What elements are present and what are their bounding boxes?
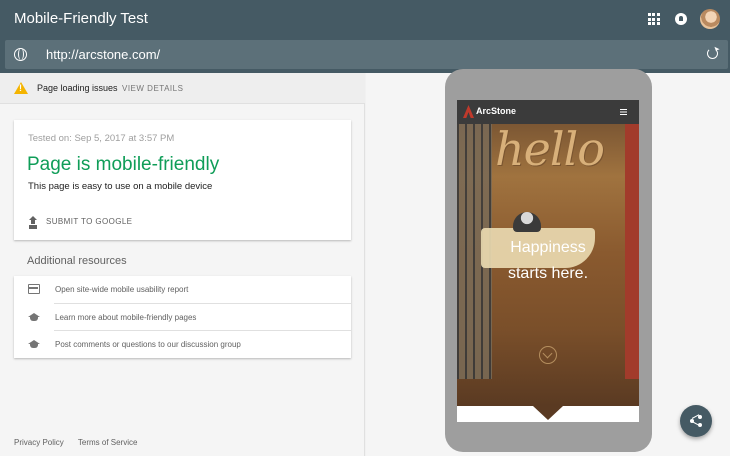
- site-nav-bar: ArcStone: [457, 100, 639, 124]
- phone-frame: hello Happiness starts here. ArcStone: [445, 69, 652, 452]
- refresh-icon[interactable]: [707, 48, 718, 59]
- report-icon: [28, 284, 40, 294]
- submit-label: SUBMIT TO GOOGLE: [46, 216, 133, 226]
- account-avatar[interactable]: [700, 9, 720, 29]
- app-title: Mobile-Friendly Test: [14, 10, 148, 27]
- school-icon: [28, 313, 40, 322]
- resource-item-discussion-group[interactable]: Post comments or questions to our discus…: [14, 331, 351, 358]
- header-actions: [640, 8, 720, 30]
- page-loading-issues-bar: Page loading issues VIEW DETAILS: [0, 73, 365, 104]
- result-title: Page is mobile-friendly: [27, 154, 220, 175]
- top-app-bar: Mobile-Friendly Test http://arcstone.com…: [0, 0, 730, 73]
- resources-list: Open site-wide mobile usability report L…: [14, 276, 351, 358]
- preview-panel: hello Happiness starts here. ArcStone: [366, 69, 730, 456]
- issues-label: Page loading issues: [37, 83, 118, 93]
- resource-item-usability-report[interactable]: Open site-wide mobile usability report: [14, 276, 351, 303]
- share-button[interactable]: [680, 405, 712, 437]
- warning-icon: [14, 82, 28, 94]
- resource-label: Learn more about mobile-friendly pages: [55, 313, 197, 322]
- school-icon: [28, 340, 40, 349]
- submit-to-google-button[interactable]: SUBMIT TO GOOGLE: [28, 213, 132, 229]
- resource-item-learn-more[interactable]: Learn more about mobile-friendly pages: [14, 304, 351, 331]
- additional-resources-heading: Additional resources: [27, 255, 127, 267]
- headline-line-2: starts here.: [507, 265, 589, 282]
- arcstone-logo-icon: [463, 105, 474, 118]
- resource-label: Post comments or questions to our discus…: [55, 340, 241, 349]
- privacy-policy-link[interactable]: Privacy Policy: [14, 438, 64, 447]
- results-panel: Page loading issues VIEW DETAILS Tested …: [0, 73, 365, 456]
- result-card: Tested on: Sep 5, 2017 at 3:57 PM Page i…: [14, 120, 351, 240]
- hamburger-menu-icon[interactable]: [620, 109, 627, 111]
- service-bell-image: [513, 212, 541, 232]
- footer-links: Privacy Policy Terms of Service: [14, 438, 149, 447]
- mobile-preview-screen[interactable]: hello Happiness starts here. ArcStone: [457, 100, 639, 422]
- resource-label: Open site-wide mobile usability report: [55, 285, 189, 294]
- url-bar[interactable]: http://arcstone.com/: [5, 40, 728, 69]
- hero-hello-sign: hello: [495, 122, 605, 176]
- headline-line-1: Happiness: [510, 239, 586, 256]
- hero-headline: Happiness starts here.: [457, 235, 639, 287]
- globe-icon: [14, 48, 27, 61]
- site-name: ArcStone: [476, 106, 517, 116]
- hero-notch: [533, 406, 563, 420]
- result-description: This page is easy to use on a mobile dev…: [28, 181, 213, 192]
- notifications-icon[interactable]: [667, 8, 694, 30]
- terms-of-service-link[interactable]: Terms of Service: [78, 438, 138, 447]
- upload-icon: [28, 215, 38, 227]
- url-input[interactable]: http://arcstone.com/: [46, 47, 160, 62]
- hero-image: hello Happiness starts here.: [457, 100, 639, 406]
- view-details-button[interactable]: VIEW DETAILS: [122, 84, 183, 93]
- scroll-down-icon[interactable]: [539, 346, 557, 364]
- tested-on-timestamp: Tested on: Sep 5, 2017 at 3:57 PM: [28, 133, 175, 144]
- apps-grid-icon[interactable]: [640, 8, 667, 30]
- share-icon: [689, 414, 703, 428]
